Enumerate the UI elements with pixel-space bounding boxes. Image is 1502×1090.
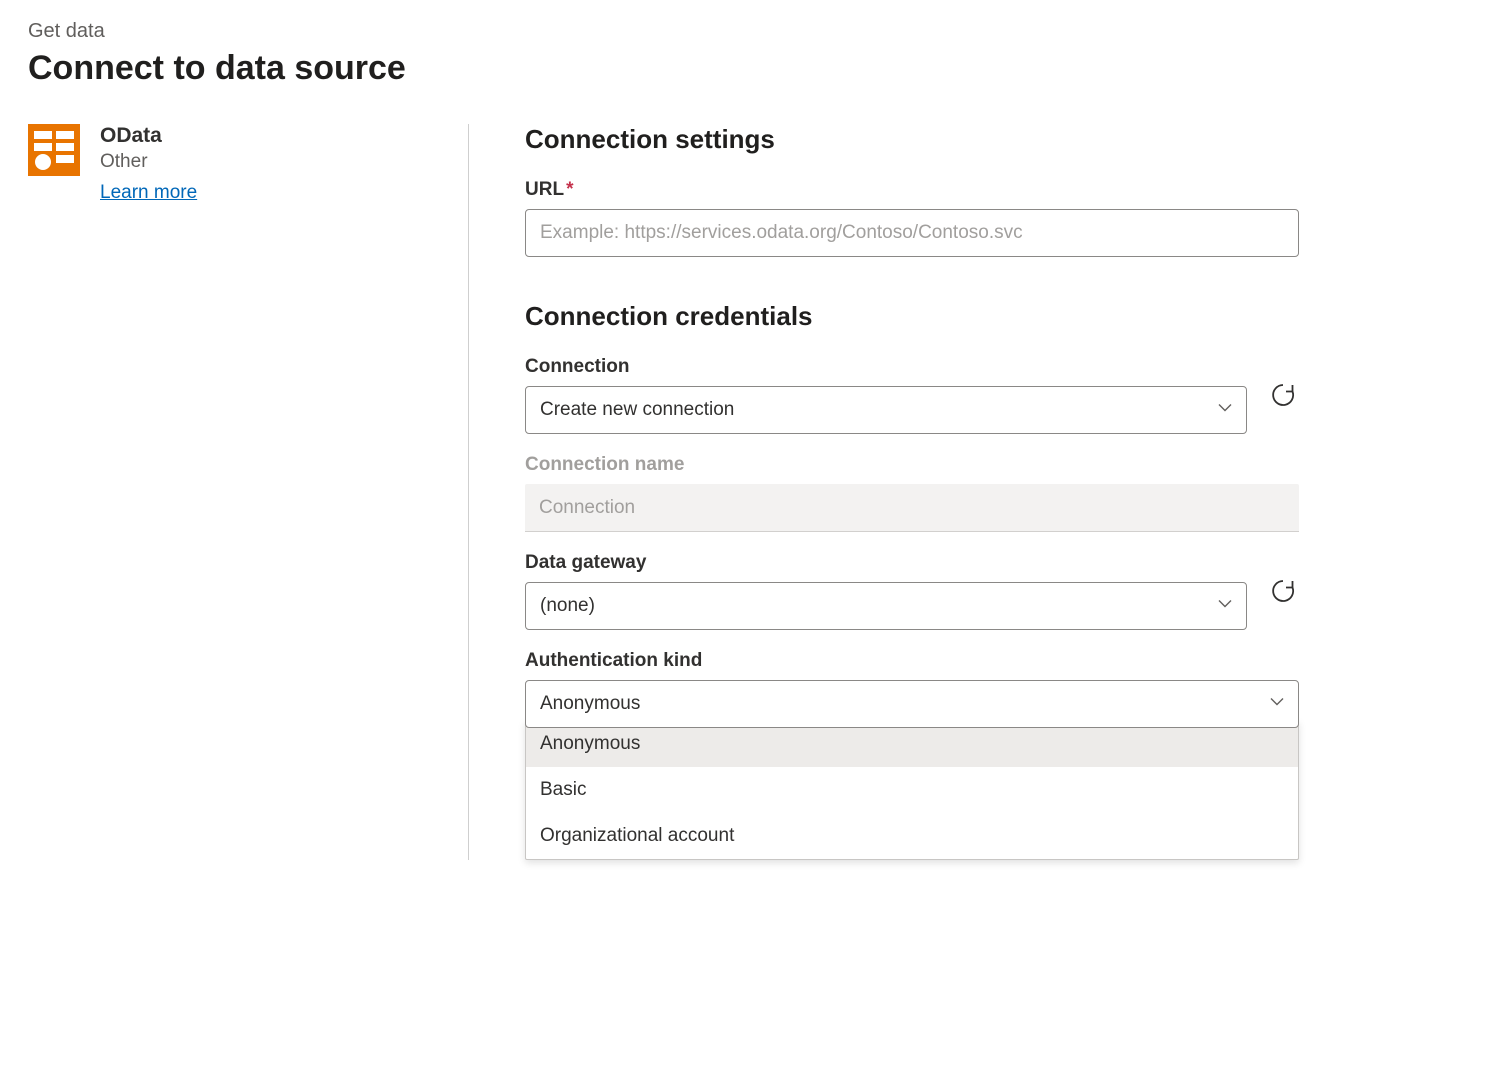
authentication-kind-label: Authentication kind <box>525 650 1299 672</box>
refresh-gateway-button[interactable] <box>1267 575 1299 607</box>
learn-more-link[interactable]: Learn more <box>100 182 197 204</box>
connection-select-value: Create new connection <box>540 399 734 421</box>
source-category: Other <box>100 151 197 173</box>
url-label-text: URL <box>525 179 564 200</box>
page-title: Connect to data source <box>28 49 1474 88</box>
data-gateway-label: Data gateway <box>525 552 1247 574</box>
auth-option-organizational[interactable]: Organizational account <box>526 813 1298 859</box>
breadcrumb: Get data <box>28 20 1474 43</box>
refresh-icon <box>1270 578 1296 604</box>
connection-settings-heading: Connection settings <box>525 124 1299 155</box>
url-label: URL* <box>525 179 1299 201</box>
refresh-icon <box>1270 382 1296 408</box>
data-gateway-select[interactable]: (none) <box>525 582 1247 630</box>
authentication-kind-dropdown: Anonymous Basic Organizational account <box>525 720 1299 860</box>
refresh-connection-button[interactable] <box>1267 379 1299 411</box>
connection-label: Connection <box>525 356 1247 378</box>
required-asterisk: * <box>566 179 573 200</box>
url-input[interactable] <box>525 209 1299 257</box>
connection-select[interactable]: Create new connection <box>525 386 1247 434</box>
connection-name-label: Connection name <box>525 454 1299 476</box>
connection-credentials-heading: Connection credentials <box>525 301 1299 332</box>
data-gateway-select-value: (none) <box>540 595 595 617</box>
authentication-kind-select[interactable]: Anonymous <box>525 680 1299 728</box>
connection-name-input <box>525 484 1299 532</box>
source-panel: OData Other Learn more <box>28 124 468 860</box>
authentication-kind-select-value: Anonymous <box>540 693 640 715</box>
auth-option-basic[interactable]: Basic <box>526 767 1298 813</box>
source-name: OData <box>100 124 197 148</box>
odata-icon <box>28 124 80 176</box>
form-panel: Connection settings URL* Connection cred… <box>469 124 1299 860</box>
source-item: OData Other Learn more <box>28 124 444 204</box>
